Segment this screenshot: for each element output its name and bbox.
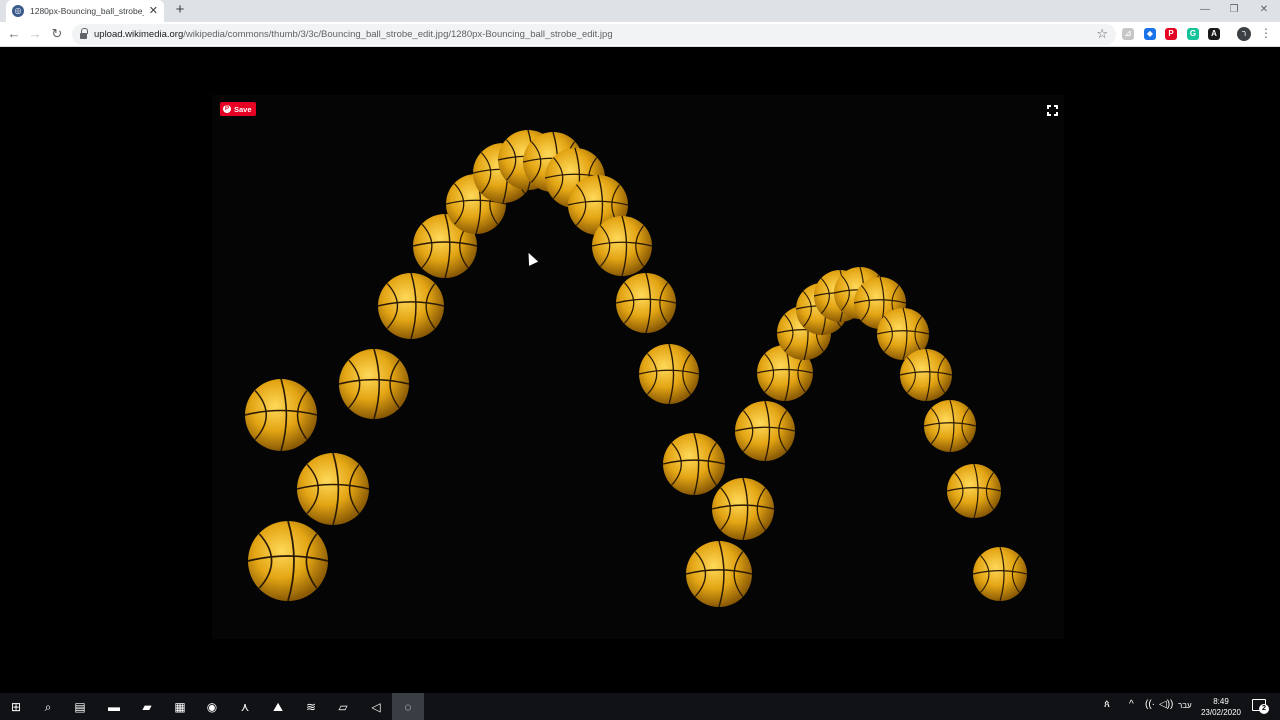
acrobat-icon[interactable]: ⋏ (235, 697, 255, 717)
acrobat-extension-icon[interactable]: ⊿ (1122, 28, 1134, 40)
volume-icon[interactable]: ◁)) (1159, 699, 1173, 710)
start-button[interactable]: ⊞ (6, 697, 26, 717)
basketball-image (923, 399, 977, 453)
basketball-image (685, 540, 753, 608)
basketball-image (946, 463, 1002, 519)
clock-date: 23/02/2020 (1200, 708, 1242, 717)
basketball-image (247, 520, 329, 602)
url-path: /wikipedia/commons/thumb/3/3c/Bouncing_b… (183, 29, 613, 40)
basketball-image (591, 215, 653, 277)
pinterest-extension-icon[interactable]: P (1165, 28, 1177, 40)
page-content (0, 47, 1280, 693)
file-explorer-icon[interactable]: ▬ (104, 697, 124, 717)
browser-tab[interactable]: ◎ 1280px-Bouncing_ball_strobe_e... ✕ (6, 0, 164, 22)
new-tab-button[interactable]: + (172, 2, 188, 18)
forward-button[interactable]: → (26, 25, 44, 43)
tray-chevron-icon[interactable]: ^ (1129, 699, 1134, 710)
window-close-button[interactable]: ✕ (1249, 0, 1279, 22)
clock-time: 8:49 (1213, 697, 1229, 706)
pinterest-save-button[interactable]: P Save (220, 102, 256, 116)
a-extension-icon[interactable]: A (1208, 28, 1220, 40)
bouncing-ball-strobe-image (244, 129, 1028, 608)
address-bar[interactable]: upload.wikimedia.org/wikipedia/commons/t… (72, 24, 1116, 45)
wifi-icon[interactable]: ((· (1145, 699, 1155, 710)
browser-menu-icon[interactable]: ⋮ (1260, 26, 1272, 40)
basketball-image (899, 348, 953, 402)
basketball-image (244, 378, 318, 452)
basketball-image (338, 348, 410, 420)
obs-icon[interactable]: ◌ (392, 693, 424, 720)
window-restore-button[interactable]: ❐ (1219, 0, 1249, 22)
visual-studio-icon[interactable]: ◁ (366, 697, 386, 717)
people-icon[interactable]: ጰ (1104, 699, 1110, 710)
task-view-icon[interactable]: ▤ (70, 697, 90, 717)
window-minimize-button[interactable]: — (1190, 0, 1220, 22)
search-icon[interactable]: ⌕ (38, 697, 58, 717)
bookmark-star-icon[interactable]: ☆ (1096, 26, 1108, 42)
wikimedia-favicon-icon: ◎ (12, 5, 24, 17)
photos-icon[interactable]: ⛰ (268, 697, 288, 717)
tab-close-icon[interactable]: ✕ (149, 5, 158, 17)
save-label: Save (234, 104, 252, 114)
profile-avatar[interactable]: ר (1237, 27, 1251, 41)
basketball-image (711, 477, 775, 541)
chrome-icon[interactable]: ◉ (202, 697, 222, 717)
sticky-notes-icon[interactable]: ▰ (137, 697, 157, 717)
grammarly-extension-icon[interactable]: G (1187, 28, 1199, 40)
basketball-image (296, 452, 370, 526)
pinterest-icon: P (223, 105, 231, 113)
basketball-image (638, 343, 700, 405)
tab-strip: ◎ 1280px-Bouncing_ball_strobe_e... ✕ + —… (0, 0, 1280, 22)
basketball-image (377, 272, 445, 340)
spotify-icon[interactable]: ≋ (301, 697, 321, 717)
notepad-icon[interactable]: ▱ (333, 697, 353, 717)
clock[interactable]: 8:49 23/02/2020 (1196, 696, 1246, 718)
basketball-image (734, 400, 796, 462)
app-icon[interactable]: ▦ (170, 697, 190, 717)
fullscreen-icon[interactable] (1047, 105, 1058, 116)
lock-icon[interactable] (80, 27, 88, 39)
language-indicator[interactable]: עבר (1178, 701, 1192, 710)
basketball-image (662, 432, 726, 496)
notifications-badge: 2 (1259, 704, 1269, 714)
url-host: upload.wikimedia.org (94, 29, 184, 40)
dropbox-extension-icon[interactable]: ◆ (1144, 28, 1156, 40)
tab-title: 1280px-Bouncing_ball_strobe_e... (30, 6, 144, 16)
basketball-image (615, 272, 677, 334)
basketball-image (972, 546, 1028, 602)
windows-taskbar: ⊞ ⌕ ▤ ▬ ▰ ▦ ◉ ⋏ ⛰ ≋ ▱ ◁ ◌ ጰ ^ ((· ◁)) עבר 8:49 23/02… (0, 693, 1280, 720)
back-button[interactable]: ← (5, 25, 23, 43)
browser-toolbar: ← → ↻ upload.wikimedia.org/wikipedia/com… (0, 22, 1280, 47)
reload-button[interactable]: ↻ (48, 25, 66, 43)
